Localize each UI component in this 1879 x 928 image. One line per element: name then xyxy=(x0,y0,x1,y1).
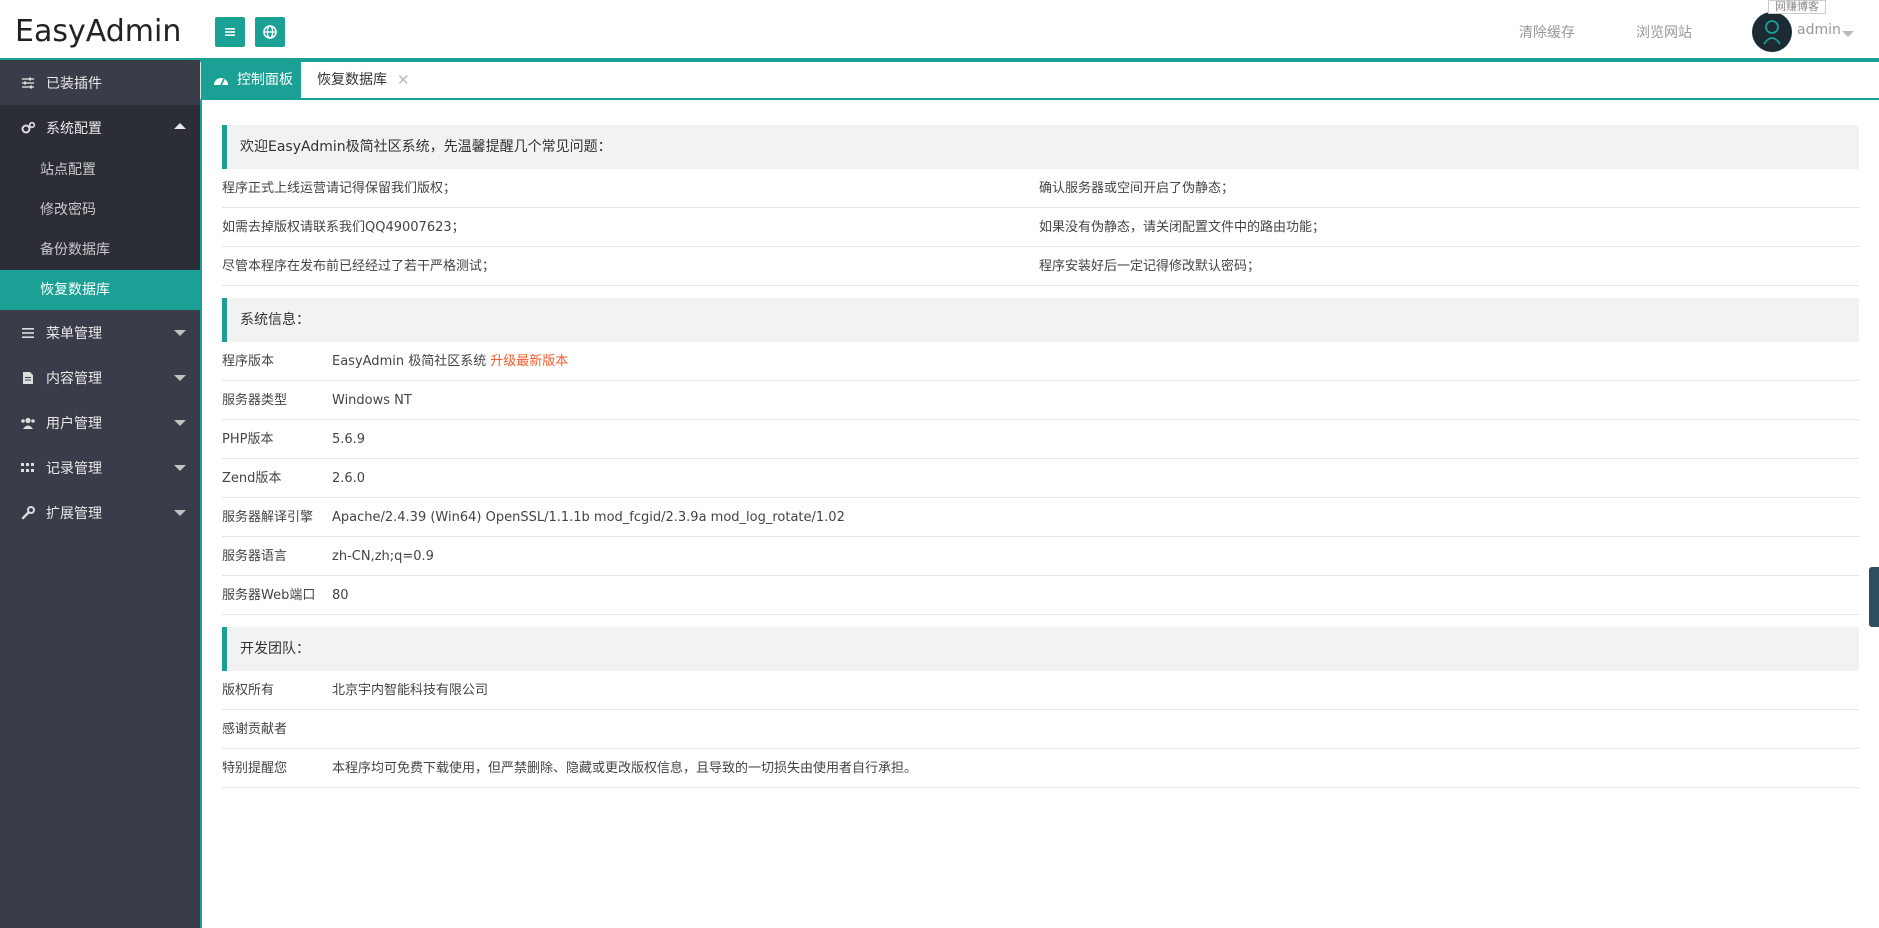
tab-bar: 控制面板 恢复数据库 ✕ xyxy=(200,62,1879,100)
sidebar-item-plugins[interactable]: 已装插件 xyxy=(0,60,200,105)
table-row: PHP版本 5.6.9 xyxy=(222,420,1859,459)
sidebar-item-label: 系统配置 xyxy=(46,120,102,137)
users-icon xyxy=(20,415,36,431)
table-row: 服务器语言 zh-CN,zh;q=0.9 xyxy=(222,537,1859,576)
close-icon[interactable]: ✕ xyxy=(397,62,410,98)
notice-text: 如果没有伪静态，请关闭配置文件中的路由功能； xyxy=(1039,220,1326,235)
grid-icon xyxy=(20,460,36,476)
table-row: 如需去掉版权请联系我们QQ49007623； 如果没有伪静态，请关闭配置文件中的… xyxy=(222,208,1859,247)
row-label: 服务器解译引擎 xyxy=(222,510,314,525)
sidebar-subitem-restore-db[interactable]: 恢复数据库 xyxy=(0,270,200,310)
table-row: 服务器解译引擎 Apache/2.4.39 (Win64) OpenSSL/1.… xyxy=(222,498,1859,537)
table-row: 特别提醒您 本程序均可免费下载使用，但严禁删除、隐藏或更改版权信息，且导致的一切… xyxy=(222,749,1859,788)
list-icon xyxy=(20,325,36,341)
sliders-icon xyxy=(20,75,36,91)
sidebar-item-label: 菜单管理 xyxy=(46,325,102,342)
top-header: EasyAdmin 清除缓存 浏览网站 admin 网赚博客 xyxy=(0,0,1879,60)
version-text: EasyAdmin 极简社区系统 xyxy=(332,354,487,369)
tooltip: 网赚博客 xyxy=(1768,0,1826,14)
tab-label: 恢复数据库 xyxy=(317,72,387,88)
notice-text: 程序安装好后一定记得修改默认密码； xyxy=(1039,259,1261,274)
dashboard-icon xyxy=(214,78,228,86)
file-icon xyxy=(20,370,36,386)
notice-text: 确认服务器或空间开启了伪静态； xyxy=(1039,181,1235,196)
sidebar-item-content-manage[interactable]: 内容管理 xyxy=(0,355,200,400)
row-value: Apache/2.4.39 (Win64) OpenSSL/1.1.1b mod… xyxy=(332,510,845,525)
chevron-up-icon xyxy=(174,123,186,129)
sidebar-item-log-manage[interactable]: 记录管理 xyxy=(0,445,200,490)
table-row: 服务器Web端口 80 xyxy=(222,576,1859,615)
chevron-down-icon xyxy=(174,465,186,471)
sidebar-item-extend-manage[interactable]: 扩展管理 xyxy=(0,490,200,535)
user-name[interactable]: admin xyxy=(1797,22,1841,38)
upgrade-link[interactable]: 升级最新版本 xyxy=(490,354,568,369)
row-label: 感谢贡献者 xyxy=(222,722,288,737)
chevron-down-icon xyxy=(174,330,186,336)
row-value: Windows NT xyxy=(332,393,412,408)
globe-icon xyxy=(263,25,277,39)
user-avatar-icon xyxy=(1763,20,1781,45)
section-header-sysinfo: 系统信息： xyxy=(222,298,1859,342)
main-content: 欢迎EasyAdmin极简社区系统，先温馨提醒几个常见问题： 程序正式上线运营请… xyxy=(222,125,1859,788)
row-label: 特别提醒您 xyxy=(222,761,288,776)
sidebar-item-menu-manage[interactable]: 菜单管理 xyxy=(0,310,200,355)
row-label: PHP版本 xyxy=(222,432,274,447)
table-row: 程序正式上线运营请记得保留我们版权； 确认服务器或空间开启了伪静态； xyxy=(222,169,1859,208)
sidebar-item-label: 用户管理 xyxy=(46,415,102,432)
table-row: 程序版本 EasyAdmin 极简社区系统 升级最新版本 xyxy=(222,342,1859,381)
sidebar-item-label: 内容管理 xyxy=(46,370,102,387)
table-row: 服务器类型 Windows NT xyxy=(222,381,1859,420)
table-row: 感谢贡献者 xyxy=(222,710,1859,749)
row-value: zh-CN,zh;q=0.9 xyxy=(332,549,434,564)
chevron-down-icon[interactable] xyxy=(1842,31,1854,37)
table-row: Zend版本 2.6.0 xyxy=(222,459,1859,498)
notice-text: 程序正式上线运营请记得保留我们版权； xyxy=(222,181,457,196)
sidebar-subitem-change-password[interactable]: 修改密码 xyxy=(0,190,200,230)
sidebar-subitem-backup-db[interactable]: 备份数据库 xyxy=(0,230,200,270)
tab-dashboard[interactable]: 控制面板 xyxy=(201,62,301,98)
tab-label: 控制面板 xyxy=(237,72,293,88)
notice-text: 尽管本程序在发布前已经经过了若干严格测试； xyxy=(222,259,496,274)
row-label: 服务器Web端口 xyxy=(222,588,316,603)
logo: EasyAdmin xyxy=(15,14,182,49)
browse-site-link[interactable]: 浏览网站 xyxy=(1636,22,1692,42)
row-value: EasyAdmin 极简社区系统 升级最新版本 xyxy=(332,342,568,381)
table-row: 版权所有 北京宇内智能科技有限公司 xyxy=(222,671,1859,710)
avatar[interactable] xyxy=(1752,12,1792,52)
row-label: Zend版本 xyxy=(222,471,282,486)
sidebar-item-label: 扩展管理 xyxy=(46,505,102,522)
wrench-icon xyxy=(20,505,36,521)
row-value: 2.6.0 xyxy=(332,471,366,486)
row-value: 北京宇内智能科技有限公司 xyxy=(332,683,489,698)
sidebar-item-label: 已装插件 xyxy=(46,75,102,92)
chevron-down-icon xyxy=(174,375,186,381)
side-scroll-handle[interactable] xyxy=(1869,567,1879,627)
section-header-team: 开发团队： xyxy=(222,627,1859,671)
sidebar: 已装插件 系统配置 站点配置 修改密码 备份数据库 恢复数据库 菜单管理 内容管… xyxy=(0,60,200,928)
menu-icon xyxy=(225,28,235,36)
row-value: 本程序均可免费下载使用，但严禁删除、隐藏或更改版权信息，且导致的一切损失由使用者… xyxy=(332,761,918,776)
section-header-welcome: 欢迎EasyAdmin极简社区系统，先温馨提醒几个常见问题： xyxy=(222,125,1859,169)
row-label: 程序版本 xyxy=(222,354,275,369)
content-left-border xyxy=(200,100,202,928)
row-value: 80 xyxy=(332,588,349,603)
globe-button[interactable] xyxy=(255,17,285,47)
gears-icon xyxy=(20,120,36,136)
notice-text: 如需去掉版权请联系我们QQ49007623； xyxy=(222,220,465,235)
table-row: 尽管本程序在发布前已经经过了若干严格测试； 程序安装好后一定记得修改默认密码； xyxy=(222,247,1859,286)
row-value: 5.6.9 xyxy=(332,432,366,447)
submenu-system-config: 站点配置 修改密码 备份数据库 恢复数据库 xyxy=(0,150,200,310)
chevron-down-icon xyxy=(174,420,186,426)
row-label: 版权所有 xyxy=(222,683,275,698)
sidebar-item-user-manage[interactable]: 用户管理 xyxy=(0,400,200,445)
row-label: 服务器语言 xyxy=(222,549,288,564)
sidebar-item-system-config[interactable]: 系统配置 xyxy=(0,105,200,150)
sidebar-item-label: 记录管理 xyxy=(46,460,102,477)
tab-restore-db[interactable]: 恢复数据库 ✕ xyxy=(317,62,410,98)
row-label: 服务器类型 xyxy=(222,393,288,408)
sidebar-subitem-site-config[interactable]: 站点配置 xyxy=(0,150,200,190)
chevron-down-icon xyxy=(174,510,186,516)
clear-cache-link[interactable]: 清除缓存 xyxy=(1519,22,1575,42)
menu-toggle-button[interactable] xyxy=(215,17,245,47)
